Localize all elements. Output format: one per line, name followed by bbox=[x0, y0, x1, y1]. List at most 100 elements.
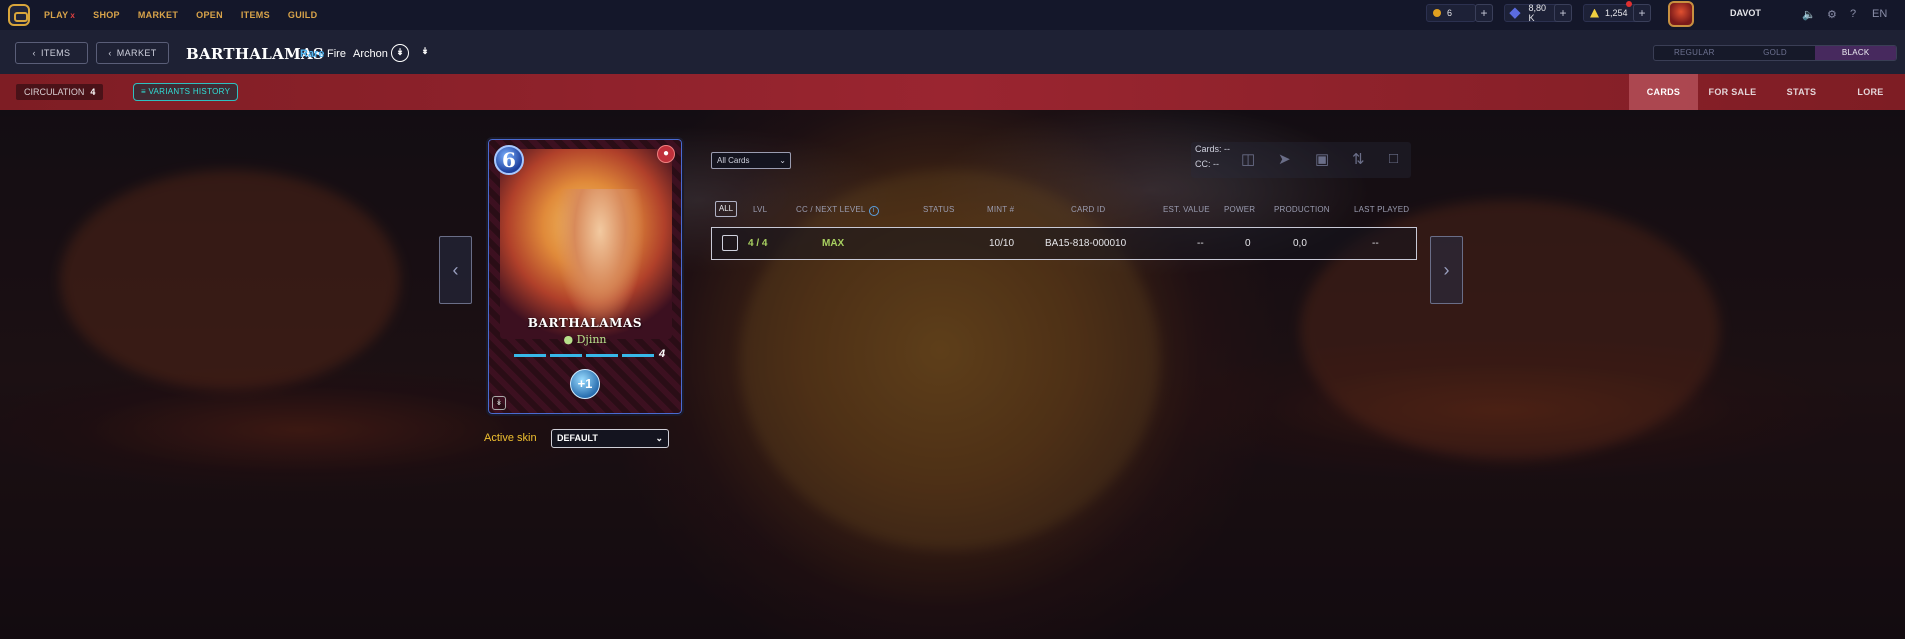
row-checkbox[interactable] bbox=[722, 235, 738, 251]
card-artwork bbox=[500, 149, 672, 339]
nav-shop[interactable]: SHOP bbox=[93, 10, 120, 20]
sps-balance: 8,80 K bbox=[1504, 3, 1560, 23]
detail-tabs: CARDS FOR SALE STATS LORE bbox=[1629, 74, 1905, 110]
chevron-left-icon: ‹ bbox=[32, 48, 36, 58]
edition-icon: ↡ bbox=[391, 44, 409, 62]
dec-balance: 6 bbox=[1426, 4, 1476, 22]
card-image: 6 ● BARTHALAMAS ● Djinn 4 +1 ↡ bbox=[486, 137, 684, 416]
edition-icon: ↡ bbox=[492, 396, 506, 410]
col-last-played: LAST PLAYED bbox=[1354, 205, 1410, 214]
card-header: ‹ ITEMS ‹ MARKET BARTHALAMAS Rare Fire Arc… bbox=[0, 30, 1905, 74]
circulation-stat: CIRCULATION 4 bbox=[16, 84, 104, 100]
tab-lore[interactable]: LORE bbox=[1836, 74, 1905, 110]
row-est-value: -- bbox=[1197, 238, 1204, 249]
col-status: STATUS bbox=[923, 205, 955, 214]
nav-guild[interactable]: GUILD bbox=[288, 10, 318, 20]
row-production: 0,0 bbox=[1293, 238, 1307, 249]
logo-icon[interactable] bbox=[8, 4, 30, 26]
chevron-left-icon: ‹ bbox=[108, 48, 112, 58]
variant-regular[interactable]: REGULAR bbox=[1654, 46, 1735, 60]
col-card-id: CARD ID bbox=[1071, 205, 1106, 214]
card-filter-select[interactable]: All Cards ⌄ bbox=[711, 152, 791, 169]
variants-history-button[interactable]: ≡ VARIANTS HISTORY bbox=[133, 83, 239, 101]
next-card-button[interactable]: › bbox=[1430, 236, 1463, 304]
active-skin-label: Active skin bbox=[484, 432, 537, 444]
market-icon[interactable]: ▣ bbox=[1315, 150, 1329, 168]
language-selector[interactable]: EN bbox=[1872, 8, 1887, 20]
skin-select[interactable]: DEFAULT ⌄ bbox=[551, 429, 669, 448]
col-production: PRODUCTION bbox=[1274, 205, 1330, 214]
gift-icon[interactable]: ◫ bbox=[1241, 150, 1255, 168]
circulation-value: 4 bbox=[90, 87, 96, 97]
row-last-played: -- bbox=[1372, 238, 1379, 249]
voucher-icon bbox=[1590, 8, 1599, 18]
username[interactable]: DAVOT bbox=[1730, 8, 1761, 18]
card-type: ● Djinn bbox=[563, 333, 607, 346]
avatar[interactable] bbox=[1668, 1, 1694, 27]
add-dec-button[interactable]: + bbox=[1475, 4, 1493, 22]
previous-card-button[interactable]: ‹ bbox=[439, 236, 472, 304]
table-row[interactable]: 4 / 4 MAX 10/10 BA15-818-000010 -- 0 0,0… bbox=[711, 227, 1417, 260]
card-character bbox=[555, 189, 645, 329]
ability-icon: +1 bbox=[570, 369, 600, 399]
lock-icon[interactable]: □ bbox=[1389, 150, 1398, 167]
col-est-value: EST. VALUE bbox=[1163, 205, 1210, 214]
edition-label: Archon bbox=[353, 48, 388, 60]
background-art bbox=[0, 110, 1905, 639]
row-mint: 10/10 bbox=[989, 238, 1015, 249]
col-cc-next-level: CC / NEXT LEVEL i bbox=[796, 205, 879, 216]
volume-icon[interactable]: 🔈 bbox=[1802, 8, 1816, 21]
play-badge: x bbox=[70, 11, 76, 20]
tab-stats[interactable]: STATS bbox=[1767, 74, 1836, 110]
card-name: BARTHALAMAS bbox=[527, 316, 643, 330]
nav-items[interactable]: ITEMS bbox=[241, 10, 270, 20]
nav-market[interactable]: MARKET bbox=[138, 10, 178, 20]
nav-play[interactable]: PLAY x bbox=[44, 10, 75, 20]
help-icon[interactable]: ? bbox=[1850, 8, 1856, 20]
list-icon: ≡ bbox=[141, 87, 146, 96]
add-voucher-button[interactable]: + bbox=[1633, 4, 1651, 22]
col-lvl: LVL bbox=[753, 205, 768, 214]
add-sps-button[interactable]: + bbox=[1554, 4, 1572, 22]
chevron-down-icon: ⌄ bbox=[779, 156, 786, 165]
row-card-id: BA15-818-000010 bbox=[1045, 238, 1127, 249]
dec-amount: 6 bbox=[1447, 8, 1453, 18]
voucher-amount: 1,254 bbox=[1605, 8, 1628, 18]
filter-all-button[interactable]: ALL bbox=[715, 201, 737, 217]
chevron-down-icon: ⌄ bbox=[655, 433, 663, 443]
variant-selector: REGULAR GOLD BLACK bbox=[1653, 45, 1897, 61]
tab-for-sale[interactable]: FOR SALE bbox=[1698, 74, 1767, 110]
info-icon[interactable]: i bbox=[868, 206, 879, 216]
send-icon[interactable]: ➤ bbox=[1278, 150, 1291, 168]
tab-cards[interactable]: CARDS bbox=[1629, 74, 1698, 110]
row-cc: MAX bbox=[822, 238, 845, 249]
settings-icon[interactable]: ⚙ bbox=[1827, 8, 1837, 21]
row-level: 4 / 4 bbox=[748, 238, 768, 249]
col-mint: MINT # bbox=[987, 205, 1015, 214]
cc-count: CC: -- bbox=[1195, 159, 1219, 169]
nav-links: PLAY x SHOP MARKET OPEN ITEMS GUILD bbox=[44, 10, 335, 20]
nav-open[interactable]: OPEN bbox=[196, 10, 223, 20]
sps-amount: 8,80 K bbox=[1528, 3, 1547, 23]
sps-icon bbox=[1509, 7, 1521, 19]
notification-dot bbox=[1626, 1, 1632, 7]
dec-coin-icon bbox=[1433, 9, 1441, 17]
cards-count: Cards: -- bbox=[1195, 144, 1231, 154]
col-power: POWER bbox=[1224, 205, 1256, 214]
set-icon: ↡ bbox=[421, 46, 429, 56]
skin-value: DEFAULT bbox=[557, 433, 598, 443]
market-back-button[interactable]: ‹ MARKET bbox=[96, 42, 169, 64]
voucher-balance: 1,254 bbox=[1583, 4, 1639, 22]
variant-gold[interactable]: GOLD bbox=[1735, 46, 1816, 60]
card-level: 4 bbox=[659, 348, 666, 360]
card-level-bar bbox=[514, 354, 654, 357]
djinn-icon: ● bbox=[563, 333, 577, 346]
top-nav: PLAY x SHOP MARKET OPEN ITEMS GUILD 6 + 8… bbox=[0, 0, 1905, 30]
variant-black[interactable]: BLACK bbox=[1815, 46, 1896, 60]
mana-cost: 6 bbox=[494, 145, 524, 175]
element-label: Fire bbox=[327, 48, 346, 60]
items-back-button[interactable]: ‹ ITEMS bbox=[15, 42, 88, 64]
fire-element-icon: ● bbox=[657, 145, 675, 163]
transfer-icon[interactable]: ⇅ bbox=[1352, 150, 1365, 168]
row-power: 0 bbox=[1245, 238, 1251, 249]
